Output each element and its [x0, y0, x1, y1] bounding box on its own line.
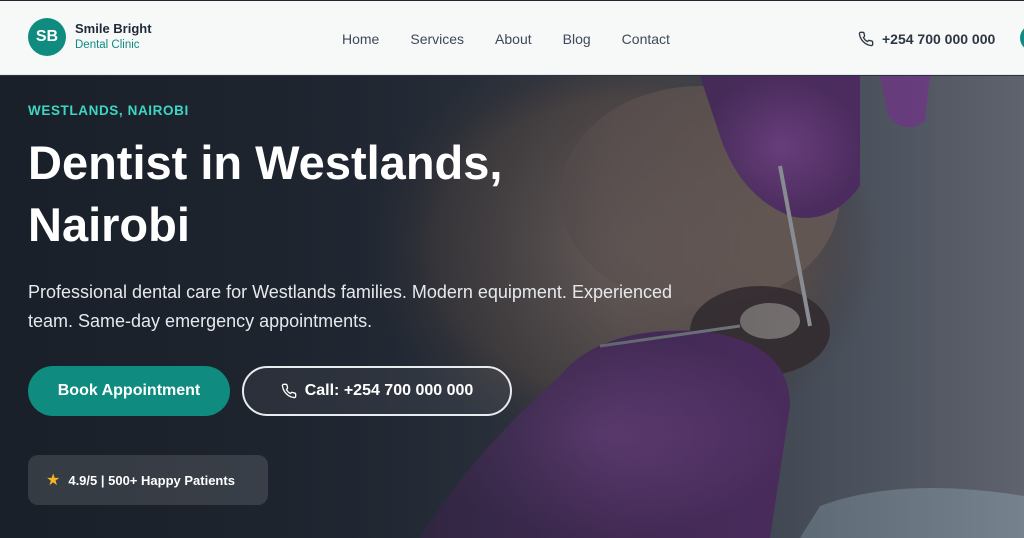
- rating-text: 4.9/5 | 500+ Happy Patients: [68, 472, 235, 488]
- header-phone-link[interactable]: +254 700 000 000: [858, 1, 995, 76]
- nav-about[interactable]: About: [495, 31, 532, 47]
- nav-blog[interactable]: Blog: [563, 31, 591, 47]
- nav-services[interactable]: Services: [410, 31, 464, 47]
- book-appointment-button[interactable]: Book Appointment: [28, 366, 230, 416]
- brand[interactable]: SB Smile Bright Dental Clinic: [28, 18, 152, 56]
- site-header: SB Smile Bright Dental Clinic Home Servi…: [0, 0, 1024, 75]
- brand-subtitle: Dental Clinic: [75, 38, 140, 51]
- phone-icon: [858, 31, 874, 46]
- header-phone-number: +254 700 000 000: [882, 30, 996, 47]
- call-button[interactable]: Call: +254 700 000 000: [242, 366, 512, 416]
- phone-icon: [281, 383, 297, 399]
- logo-badge: SB: [28, 18, 66, 56]
- rating-badge: ★ 4.9/5 | 500+ Happy Patients: [28, 455, 268, 505]
- brand-name: Smile Bright: [75, 21, 152, 37]
- call-button-label: Call: +254 700 000 000: [304, 382, 474, 399]
- hero-section: WESTLANDS, NAIROBI Dentist in Westlands,…: [0, 76, 1024, 538]
- star-icon: ★: [46, 472, 61, 489]
- hero-title: Dentist in Westlands, Nairobi: [28, 136, 503, 251]
- hero-location-tag: WESTLANDS, NAIROBI: [28, 103, 189, 118]
- brand-text: Smile Bright Dental Clinic: [75, 21, 152, 52]
- main-nav: Home Services About Blog Contact: [342, 1, 701, 76]
- whatsapp-button[interactable]: [1020, 25, 1024, 51]
- nav-home[interactable]: Home: [342, 31, 379, 47]
- nav-contact[interactable]: Contact: [622, 31, 670, 47]
- hero-description: Professional dental care for Westlands f…: [28, 282, 673, 331]
